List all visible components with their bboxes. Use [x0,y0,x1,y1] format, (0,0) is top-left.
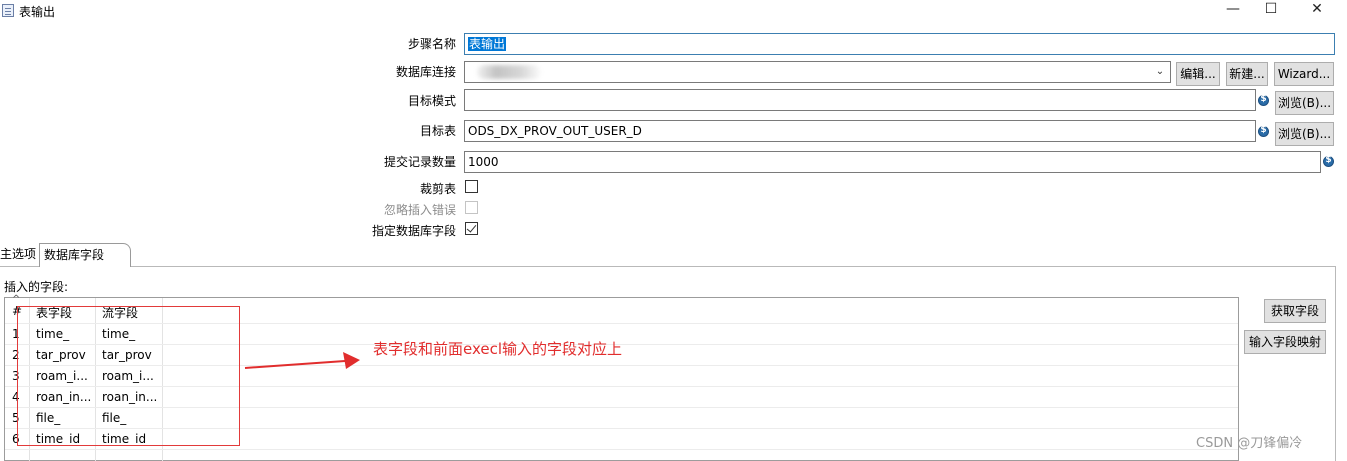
commit-size-input[interactable]: 1000 [464,151,1321,173]
specify-db-fields-checkbox[interactable] [465,222,478,235]
variable-icon[interactable] [1258,94,1269,106]
maximize-button[interactable]: ☐ [1248,0,1294,20]
tab-main-options[interactable]: 主选项 [0,243,38,267]
ignore-insert-errors-label: 忽略插入错误 [383,203,456,217]
ignore-insert-errors-checkbox[interactable] [465,201,478,214]
target-table-label: 目标表 [419,124,456,138]
target-schema-label: 目标模式 [407,94,456,108]
annotation-arrow-icon [244,352,360,369]
close-button[interactable]: ✕ [1294,0,1340,20]
window-title: 表输出 [19,5,56,19]
chevron-down-icon[interactable]: ⌄ [1153,63,1167,81]
annotation-text: 表字段和前面execl输入的字段对应上 [373,340,623,358]
step-name-value: 表输出 [468,37,507,51]
tab-db-fields[interactable]: 数据库字段 [39,243,131,267]
edit-connection-button[interactable]: 编辑... [1176,62,1220,86]
redacted-connection-name [477,65,541,79]
step-name-label: 步骤名称 [407,37,456,51]
row-divider [5,449,1238,450]
browse-table-button[interactable]: 浏览(B)... [1275,122,1334,146]
target-schema-input[interactable] [464,89,1256,111]
new-connection-button[interactable]: 新建... [1226,62,1268,86]
target-table-input[interactable]: ODS_DX_PROV_OUT_USER_D [464,120,1256,142]
annotation-highlight-box [17,306,240,446]
title-bar: 表输出 — ☐ ✕ [0,0,1347,22]
variable-icon[interactable] [1258,125,1269,137]
step-name-input[interactable]: 表输出 [464,33,1335,55]
truncate-table-label: 裁剪表 [419,182,456,196]
db-connection-label: 数据库连接 [395,65,456,79]
specify-db-fields-label: 指定数据库字段 [371,224,456,238]
db-connection-select[interactable]: ⌄ [464,61,1171,83]
commit-size-label: 提交记录数量 [383,155,456,169]
variable-icon[interactable] [1323,155,1334,167]
table-output-icon [2,4,14,17]
browse-schema-button[interactable]: 浏览(B)... [1275,91,1334,115]
truncate-table-checkbox[interactable] [465,180,478,193]
wizard-button[interactable]: Wizard... [1274,62,1334,86]
tab-strip [0,240,1336,266]
watermark: CSDN @刀锋偏冷 [1196,436,1303,451]
inserted-fields-label: 插入的字段: [4,280,69,294]
map-input-fields-button[interactable]: 输入字段映射 [1244,330,1326,354]
get-fields-button[interactable]: 获取字段 [1264,299,1326,323]
